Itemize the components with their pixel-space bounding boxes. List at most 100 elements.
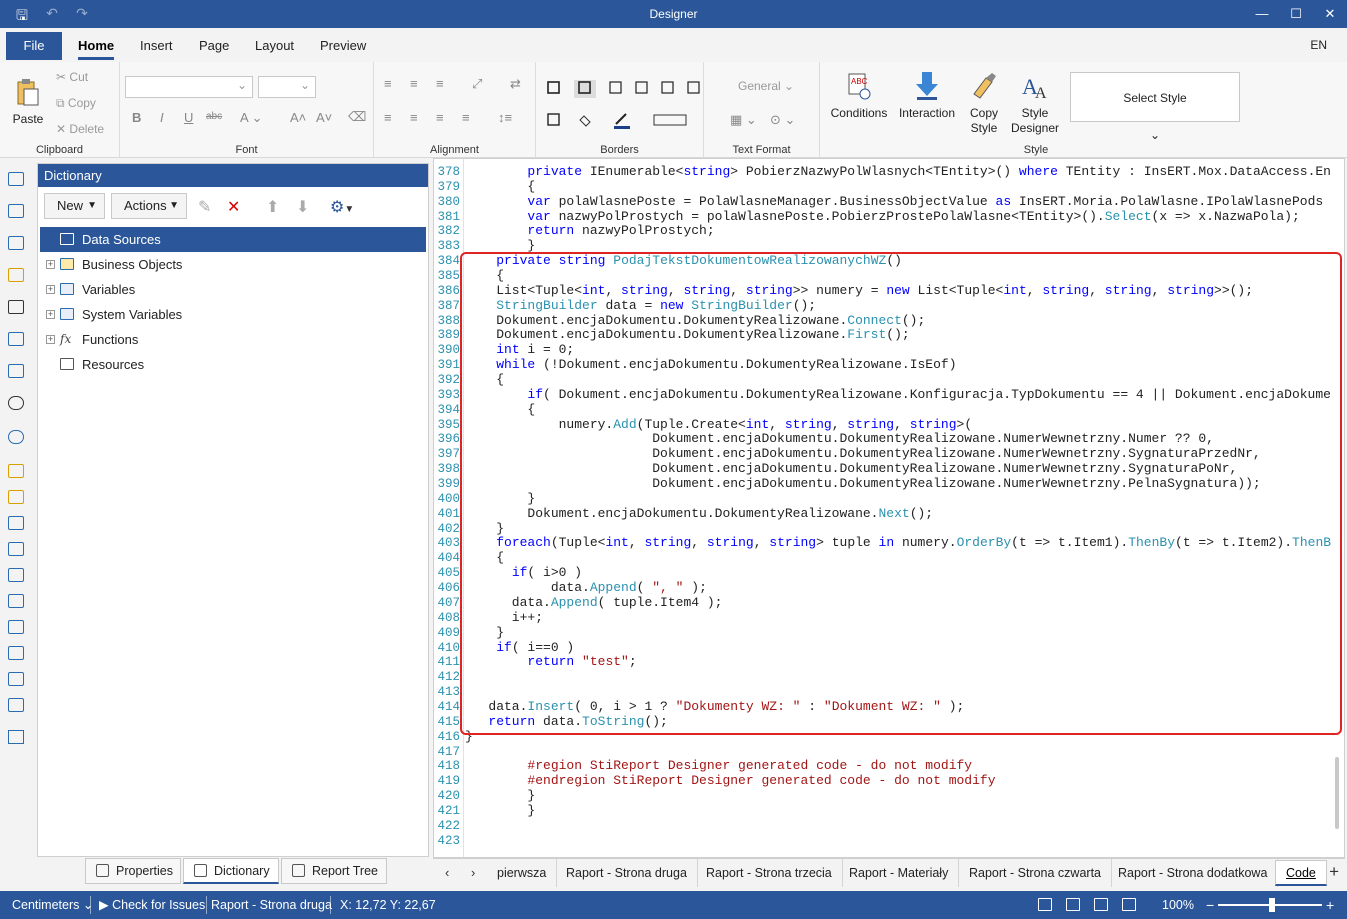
code-line[interactable]: 385 { — [434, 268, 504, 284]
conditions-button[interactable]: ABC Conditions — [828, 70, 890, 121]
tab-page-pierwsza[interactable]: pierwsza — [487, 859, 558, 887]
code-line[interactable]: 418 #region StiReport Designer generated… — [434, 758, 972, 774]
code-line[interactable]: 396 Dokument.encjaDokumentu.DokumentyRea… — [434, 432, 1213, 447]
code-line[interactable]: 416} — [434, 729, 472, 745]
font-color-icon[interactable]: A ⌄ — [240, 110, 262, 126]
tab-file[interactable]: File — [6, 32, 62, 60]
code-line[interactable]: 380 var polaWlasnePoste = PolaWlasneMana… — [434, 194, 1323, 210]
code-line[interactable]: 419 #endregion StiReport Designer genera… — [434, 773, 995, 789]
tree-node-business-objects[interactable]: + Business Objects — [40, 252, 426, 277]
code-line[interactable]: 415 return data.ToString(); — [434, 714, 667, 730]
code-line[interactable]: 383 } — [434, 238, 535, 254]
code-line[interactable]: 399 Dokument.encjaDokumentu.DokumentyRea… — [434, 476, 1260, 492]
chart-component-icon[interactable] — [8, 364, 24, 378]
barcode-component-icon[interactable] — [8, 300, 24, 314]
image-component-icon[interactable] — [8, 698, 24, 712]
tree-node-resources[interactable]: Resources — [40, 352, 426, 377]
clear-format-icon[interactable]: ⌫ — [348, 109, 366, 125]
units-selector[interactable]: Centimeters ⌄ — [12, 891, 93, 919]
vertical-scrollbar[interactable] — [1335, 757, 1339, 829]
move-down-icon[interactable]: ⬇ — [296, 197, 309, 217]
tree-node-system-variables[interactable]: + System Variables — [40, 302, 426, 327]
text-angle-icon[interactable]: ⤢ — [472, 76, 482, 92]
tab-page-strona-czwarta[interactable]: Raport - Strona czwarta — [959, 859, 1112, 887]
zoom-out-icon[interactable]: − — [1206, 891, 1214, 919]
table-component-icon[interactable] — [8, 204, 24, 218]
code-line[interactable]: 387 StringBuilder data = new StringBuild… — [434, 298, 816, 314]
align-left-icon[interactable]: ≡ — [384, 110, 392, 125]
align-justify-icon[interactable]: ≡ — [462, 110, 470, 125]
language-selector[interactable]: EN — [1310, 38, 1327, 52]
band-data-icon[interactable] — [8, 490, 24, 504]
border-sides-icons[interactable] — [546, 80, 706, 98]
tab-page-strona-dodatkowa[interactable]: Raport - Strona dodatkowa — [1108, 859, 1279, 887]
expand-icon[interactable]: + — [46, 260, 55, 269]
scroll-tabs-left-icon[interactable]: ‹ — [445, 865, 449, 880]
code-line[interactable]: 405 if( i>0 ) — [434, 565, 582, 581]
number-format-icon[interactable]: ▦ ⌄ — [730, 112, 757, 128]
code-line[interactable]: 404 { — [434, 550, 504, 566]
code-line[interactable]: 408 i++; — [434, 610, 543, 626]
tab-insert[interactable]: Insert — [140, 38, 173, 53]
italic-icon[interactable]: I — [160, 110, 164, 125]
code-line[interactable]: 386 List<Tuple<int, string, string, stri… — [434, 283, 1253, 299]
code-line[interactable]: 398 Dokument.encjaDokumentu.DokumentyRea… — [434, 461, 1237, 477]
decimal-format-icon[interactable]: ⊙ ⌄ — [770, 112, 795, 128]
code-line[interactable]: 395 numery.Add(Tuple.Create<int, string,… — [434, 417, 972, 433]
grow-font-icon[interactable]: A˄ — [290, 110, 306, 125]
tools-icon[interactable] — [8, 730, 24, 744]
code-line[interactable]: 412 — [434, 670, 460, 685]
zoom-slider-thumb[interactable] — [1269, 898, 1275, 912]
view-multi-page-icon[interactable] — [1122, 898, 1136, 911]
code-line[interactable]: 394 { — [434, 402, 535, 418]
expand-icon[interactable]: + — [46, 285, 55, 294]
code-line[interactable]: 391 while (!Dokument.encjaDokumentu.Doku… — [434, 357, 956, 373]
check-for-issues-button[interactable]: ▶ Check for Issues — [99, 891, 205, 919]
code-line[interactable]: 390 int i = 0; — [434, 342, 574, 358]
code-line[interactable]: 403 foreach(Tuple<int, string, string, s… — [434, 536, 1331, 551]
code-line[interactable]: 421 } — [434, 803, 535, 819]
edit-icon[interactable]: ✎ — [198, 197, 211, 217]
expand-icon[interactable]: + — [46, 335, 55, 344]
zoom-in-icon[interactable]: + — [1326, 891, 1334, 919]
tab-home[interactable]: Home — [78, 38, 115, 60]
tab-properties[interactable]: Properties — [85, 858, 181, 884]
tab-page-materialy[interactable]: Raport - Materiały — [839, 859, 960, 887]
map-component-icon[interactable] — [8, 430, 24, 444]
wrap-text-icon[interactable]: ⇄ — [510, 76, 521, 92]
tree-node-variables[interactable]: + Variables — [40, 277, 426, 302]
align-top-icon[interactable]: ≡ — [384, 76, 392, 91]
delete-item-icon[interactable]: ✕ — [227, 197, 240, 217]
maximize-button[interactable]: ☐ — [1279, 0, 1313, 28]
code-line[interactable]: 392 { — [434, 372, 504, 388]
tab-page-strona-trzecia[interactable]: Raport - Strona trzecia — [696, 859, 843, 887]
code-line[interactable]: 384 private string PodajTekstDokumentowR… — [434, 253, 901, 269]
tab-report-tree[interactable]: Report Tree — [281, 858, 387, 884]
format-general-selector[interactable]: General ⌄ — [738, 79, 794, 93]
code-line[interactable]: 389 Dokument.encjaDokumentu.DokumentyRea… — [434, 328, 909, 343]
settings-gear-icon[interactable]: ⚙▼ — [330, 197, 354, 217]
shrink-font-icon[interactable]: A˅ — [316, 110, 332, 125]
clone-icon[interactable] — [8, 620, 24, 634]
code-line[interactable]: 420 } — [434, 788, 535, 804]
container-icon[interactable] — [8, 568, 24, 582]
code-line[interactable]: 409 } — [434, 625, 504, 641]
bold-icon[interactable]: B — [132, 110, 141, 125]
band-footer-icon[interactable] — [8, 542, 24, 556]
copy-style-button[interactable]: Copy Style — [960, 70, 1008, 136]
cross-tab-icon[interactable] — [8, 672, 24, 686]
code-line[interactable]: 400 } — [434, 491, 535, 507]
interaction-button[interactable]: Interaction — [896, 70, 958, 121]
view-whole-page-icon[interactable] — [1094, 898, 1108, 911]
minimize-button[interactable]: — — [1245, 0, 1279, 28]
tab-layout[interactable]: Layout — [255, 38, 294, 53]
code-line[interactable]: 401 Dokument.encjaDokumentu.DokumentyRea… — [434, 506, 933, 522]
actions-button[interactable]: Actions ▼ — [111, 193, 187, 219]
underline-icon[interactable]: U — [184, 110, 193, 125]
code-line[interactable]: 397 Dokument.encjaDokumentu.DokumentyRea… — [434, 446, 1260, 462]
view-page-width-icon[interactable] — [1066, 898, 1080, 911]
view-normal-icon[interactable] — [1038, 898, 1052, 911]
tab-code[interactable]: Code — [1275, 860, 1327, 886]
richtext-component-icon[interactable] — [8, 332, 24, 346]
band-group-icon[interactable] — [8, 516, 24, 530]
